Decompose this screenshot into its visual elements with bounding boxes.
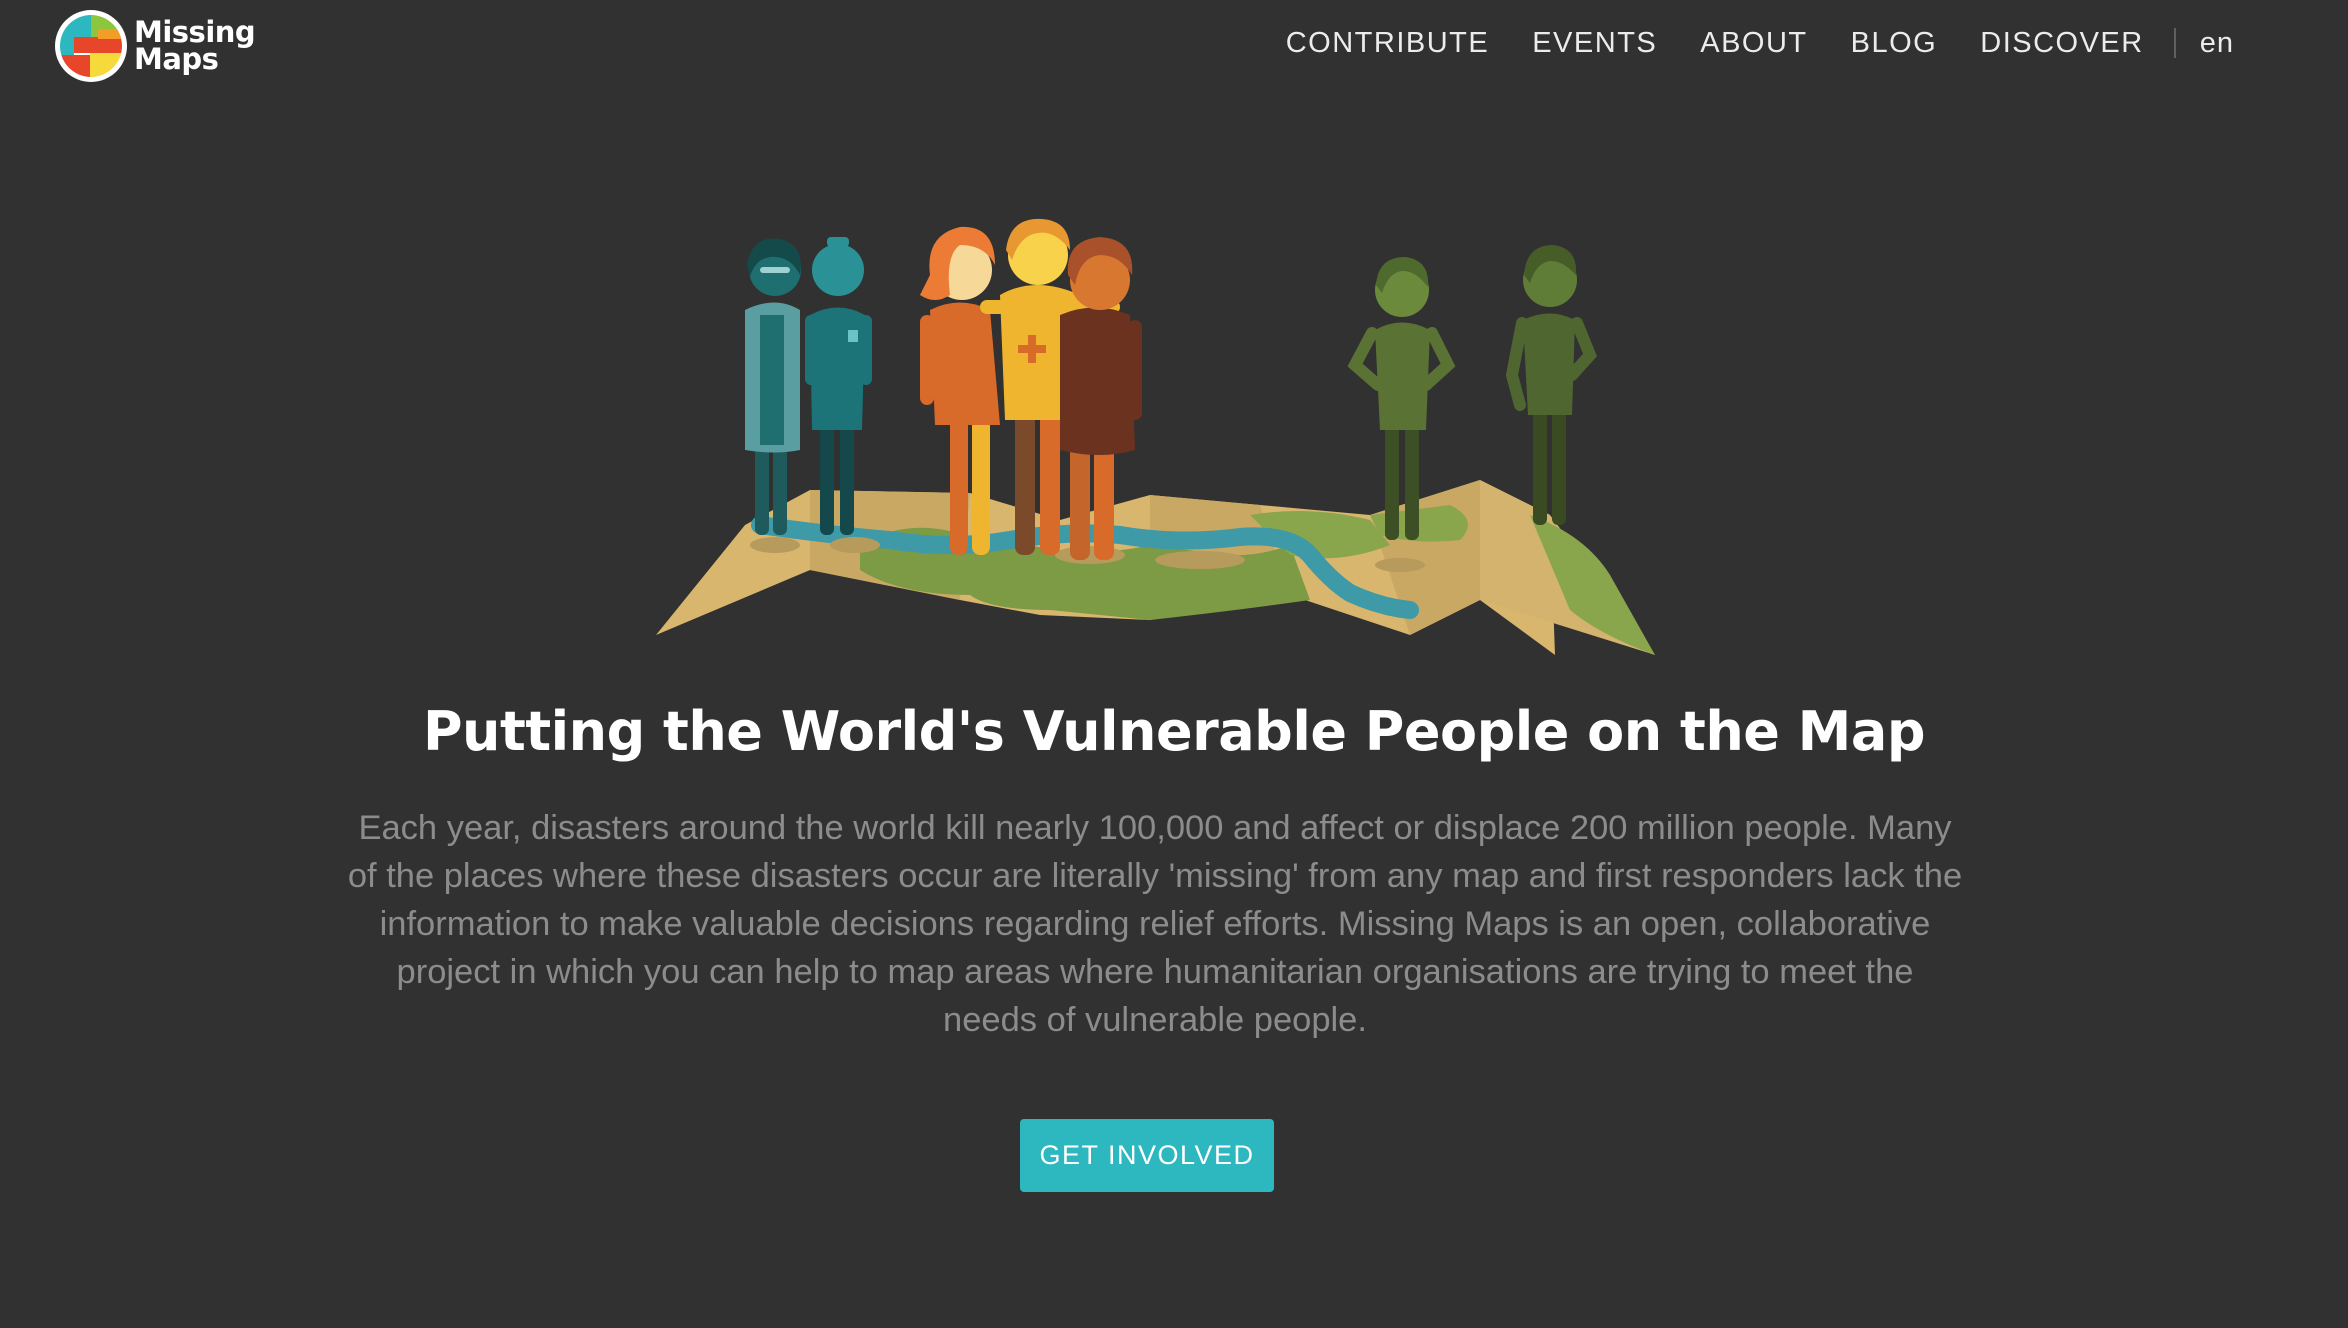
- people-standing-on-folded-map-illustration: [656, 218, 1655, 655]
- nav-events[interactable]: EVENTS: [1532, 27, 1657, 60]
- get-involved-button[interactable]: GET INVOLVED: [1020, 1119, 1274, 1192]
- nav-blog[interactable]: BLOG: [1851, 27, 1938, 60]
- logo-line-2: Maps: [134, 42, 219, 76]
- nav-about[interactable]: ABOUT: [1700, 27, 1807, 60]
- hero-title: Putting the World's Vulnerable People on…: [422, 700, 1926, 763]
- hero-description: Each year, disasters around the world ki…: [347, 809, 1963, 1039]
- nav-discover[interactable]: DISCOVER: [1980, 27, 2143, 60]
- nav-divider: [2173, 28, 2176, 58]
- main-nav: CONTRIBUTE EVENTS ABOUT BLOG DISCOVER en: [1286, 20, 2234, 66]
- nav-contribute[interactable]: CONTRIBUTE: [1286, 27, 1490, 60]
- home-logo-link[interactable]: Missing Maps: [54, 9, 256, 83]
- missing-maps-logo-icon: [55, 10, 127, 82]
- logo-wordmark: Missing Maps: [134, 18, 256, 76]
- language-selector[interactable]: en: [2200, 27, 2234, 60]
- page: Missing Maps CONTRIBUTE EVENTS ABOUT BLO…: [0, 0, 2348, 1328]
